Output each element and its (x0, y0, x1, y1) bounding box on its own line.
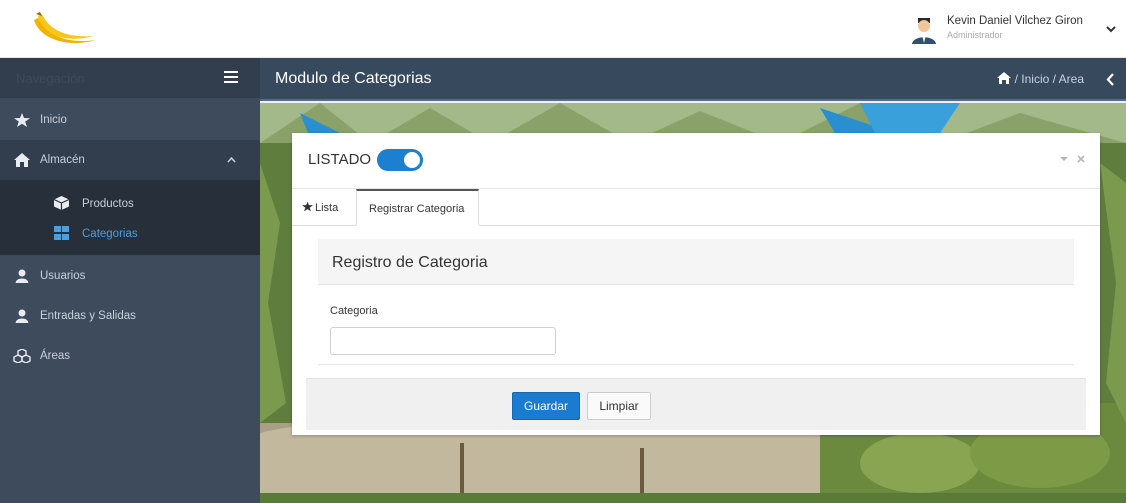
sidebar-header: Navegación (0, 58, 260, 98)
user-name: Kevin Daniel Vilchez Giron (947, 15, 1083, 27)
user-icon (15, 269, 29, 283)
cubes-icon (13, 349, 31, 363)
page-header: Modulo de Categorias / Inicio / Area (260, 58, 1126, 101)
close-icon[interactable] (1077, 155, 1085, 163)
sidebar-item-areas[interactable]: Áreas (0, 336, 260, 376)
sidebar-item-label: Entradas y Salidas (40, 310, 136, 322)
registro-form: Registro de Categoria Categoria (318, 239, 1074, 365)
top-bar: Kevin Daniel Vilchez Giron Administrador (0, 0, 1126, 58)
chevron-left-icon[interactable] (1106, 73, 1114, 86)
form-header: Registro de Categoria (318, 239, 1074, 285)
panel-title: LISTADO (308, 151, 372, 168)
submenu-item-label: Categorias (82, 228, 138, 240)
chevron-down-icon[interactable] (1106, 24, 1116, 34)
cube-icon (54, 196, 69, 210)
sidebar: Navegación Inicio Almacén Productos Cate… (0, 58, 260, 503)
breadcrumb-separator: / (1014, 72, 1018, 86)
hamburger-menu-icon[interactable] (224, 71, 238, 83)
breadcrumb: / Inicio / Area (997, 72, 1084, 86)
sidebar-item-entradas-salidas[interactable]: Entradas y Salidas (0, 296, 260, 336)
banana-logo-icon[interactable] (30, 10, 100, 48)
sidebar-item-usuarios[interactable]: Usuarios (0, 256, 260, 296)
user-menu[interactable]: Kevin Daniel Vilchez Giron Administrador (911, 0, 1126, 58)
tab-label: Registrar Categoria (369, 203, 465, 215)
collapse-icon[interactable] (1060, 157, 1068, 161)
submenu-item-label: Productos (82, 198, 134, 210)
grid-icon (54, 226, 69, 240)
sidebar-item-label: Áreas (40, 350, 71, 362)
panel-tools (1060, 155, 1085, 163)
listado-panel: LISTADO Lista Registrar Categoria Regist… (292, 133, 1100, 435)
chevron-up-icon (227, 156, 236, 163)
breadcrumb-separator: / (1052, 72, 1056, 86)
almacen-submenu: Productos Categorias (0, 180, 260, 255)
sidebar-header-title: Navegación (16, 71, 85, 86)
user-avatar-icon (912, 18, 936, 44)
form-title: Registro de Categoria (332, 254, 488, 271)
panel-header: LISTADO (292, 133, 1100, 189)
limpiar-button[interactable]: Limpiar (587, 392, 651, 420)
sidebar-item-label: Usuarios (40, 270, 86, 282)
guardar-button[interactable]: Guardar (512, 392, 580, 420)
toggle-knob (404, 152, 420, 168)
home-icon (14, 153, 30, 167)
categoria-label: Categoria (330, 305, 378, 317)
tab-lista[interactable]: Lista (292, 189, 354, 226)
form-divider (318, 364, 1074, 365)
sidebar-item-inicio[interactable]: Inicio (0, 100, 260, 140)
home-icon[interactable] (997, 72, 1012, 84)
breadcrumb-current: Area (1058, 72, 1084, 86)
breadcrumb-inicio[interactable]: Inicio (1021, 72, 1049, 86)
categoria-input[interactable] (330, 327, 556, 355)
star-icon (14, 113, 30, 127)
sidebar-item-almacen[interactable]: Almacén (0, 140, 260, 180)
star-icon (302, 201, 313, 212)
sidebar-item-label: Almacén (40, 154, 85, 166)
submenu-item-productos[interactable]: Productos (0, 190, 260, 218)
sidebar-item-label: Inicio (40, 114, 67, 126)
page-title: Modulo de Categorias (275, 70, 432, 87)
user-role: Administrador (947, 30, 1003, 40)
tab-registrar-categoria[interactable]: Registrar Categoria (356, 189, 479, 226)
listado-toggle[interactable] (377, 149, 423, 171)
user-icon (15, 309, 29, 323)
form-footer: Guardar Limpiar (306, 378, 1086, 430)
tab-label: Lista (315, 202, 339, 214)
submenu-item-categorias[interactable]: Categorias (0, 220, 260, 248)
panel-tabs: Lista Registrar Categoria (292, 189, 1100, 226)
